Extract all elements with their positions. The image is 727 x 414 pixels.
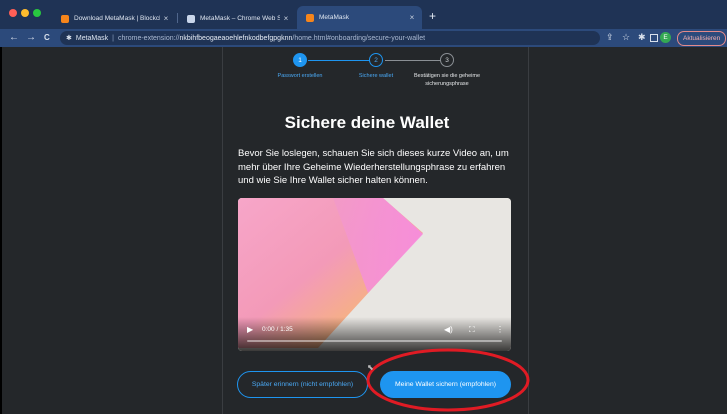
stepper-line-completed	[308, 60, 370, 61]
more-options-icon[interactable]: ⋮	[496, 325, 504, 334]
step-3-label: Bestätigen sie die geheime sicherungsphr…	[413, 73, 481, 87]
play-icon[interactable]: ▶	[247, 325, 253, 334]
metamask-fox-icon	[306, 13, 314, 22]
metamask-fox-icon	[61, 14, 69, 23]
url-host: nkbihfbeogaeaoehlefnkodbefgpgknn	[179, 34, 293, 42]
browser-window: Download MetaMask | Blockcha × MetaMask …	[0, 0, 727, 414]
url-path: /home.html#onboarding/secure-your-wallet	[292, 34, 426, 42]
extensions-icon[interactable]: ✱	[638, 32, 646, 43]
page-description: Bevor Sie loslegen, schauen Sie sich die…	[238, 148, 509, 186]
minimize-window-button[interactable]	[21, 9, 29, 17]
tab-label: Download MetaMask | Blockcha	[74, 15, 160, 22]
address-url: chrome-extension://nkbihfbeogaeaoehlefnk…	[118, 35, 425, 42]
update-button[interactable]: Aktualisieren	[677, 31, 727, 46]
tab-download-metamask[interactable]: Download MetaMask | Blockcha ×	[52, 8, 176, 29]
address-separator: |	[112, 34, 114, 42]
onboarding-stepper: 1 2 3 Passwort erstellen Sichere wallet …	[2, 47, 727, 107]
remind-later-button[interactable]: Später erinnern (nicht empfohlen)	[237, 371, 368, 398]
back-button[interactable]: ←	[9, 32, 19, 43]
maximize-window-button[interactable]	[33, 9, 41, 17]
web-store-icon	[187, 14, 195, 23]
volume-icon[interactable]: ◀)	[444, 325, 453, 334]
tab-close-icon[interactable]: ×	[160, 14, 172, 23]
video-player[interactable]: ▶ 0:00 / 1:35 ◀) ⛶ ⋮	[238, 198, 511, 351]
step-2-circle: 2	[369, 53, 383, 67]
new-tab-button[interactable]: +	[429, 9, 436, 23]
side-panel-icon[interactable]	[650, 34, 658, 42]
metamask-onboarding-page: 1 2 3 Passwort erstellen Sichere wallet …	[2, 47, 727, 414]
step-2-label: Sichere wallet	[358, 73, 394, 79]
bookmark-star-icon[interactable]: ☆	[622, 32, 630, 43]
page-title: Sichere deine Wallet	[284, 113, 450, 132]
tab-label: MetaMask	[319, 14, 349, 21]
forward-button[interactable]: →	[26, 32, 36, 43]
url-scheme: chrome-extension://	[118, 34, 180, 42]
profile-avatar[interactable]: E	[660, 32, 671, 43]
tab-close-icon[interactable]: ×	[406, 13, 418, 22]
step-1-circle: 1	[293, 53, 307, 67]
video-progress-bar[interactable]	[247, 340, 502, 342]
step-3-circle: 3	[440, 53, 454, 67]
mouse-cursor-icon: ⬉	[367, 363, 374, 372]
address-bar[interactable]: ✱ MetaMask | chrome-extension://nkbihfbe…	[60, 31, 600, 45]
step-1-label: Passwort erstellen	[277, 73, 323, 79]
close-window-button[interactable]	[9, 9, 17, 17]
red-circle-annotation	[366, 348, 530, 412]
fullscreen-icon[interactable]: ⛶	[469, 325, 475, 335]
video-time: 0:00 / 1:35	[262, 326, 293, 333]
tab-chrome-web-store[interactable]: MetaMask – Chrome Web Store ×	[178, 8, 296, 29]
reload-button[interactable]: C	[44, 33, 50, 42]
tab-metamask-active[interactable]: MetaMask ×	[297, 6, 422, 29]
extension-puzzle-icon: ✱	[66, 35, 72, 42]
browser-toolbar: ← → C ✱ MetaMask | chrome-extension://nk…	[0, 29, 727, 47]
site-name: MetaMask	[75, 34, 109, 42]
tab-label: MetaMask – Chrome Web Store	[200, 15, 280, 22]
tab-close-icon[interactable]: ×	[280, 14, 292, 23]
tab-strip: Download MetaMask | Blockcha × MetaMask …	[0, 0, 727, 29]
stepper-line-pending	[385, 60, 441, 61]
share-icon[interactable]: ⇪	[606, 32, 614, 43]
